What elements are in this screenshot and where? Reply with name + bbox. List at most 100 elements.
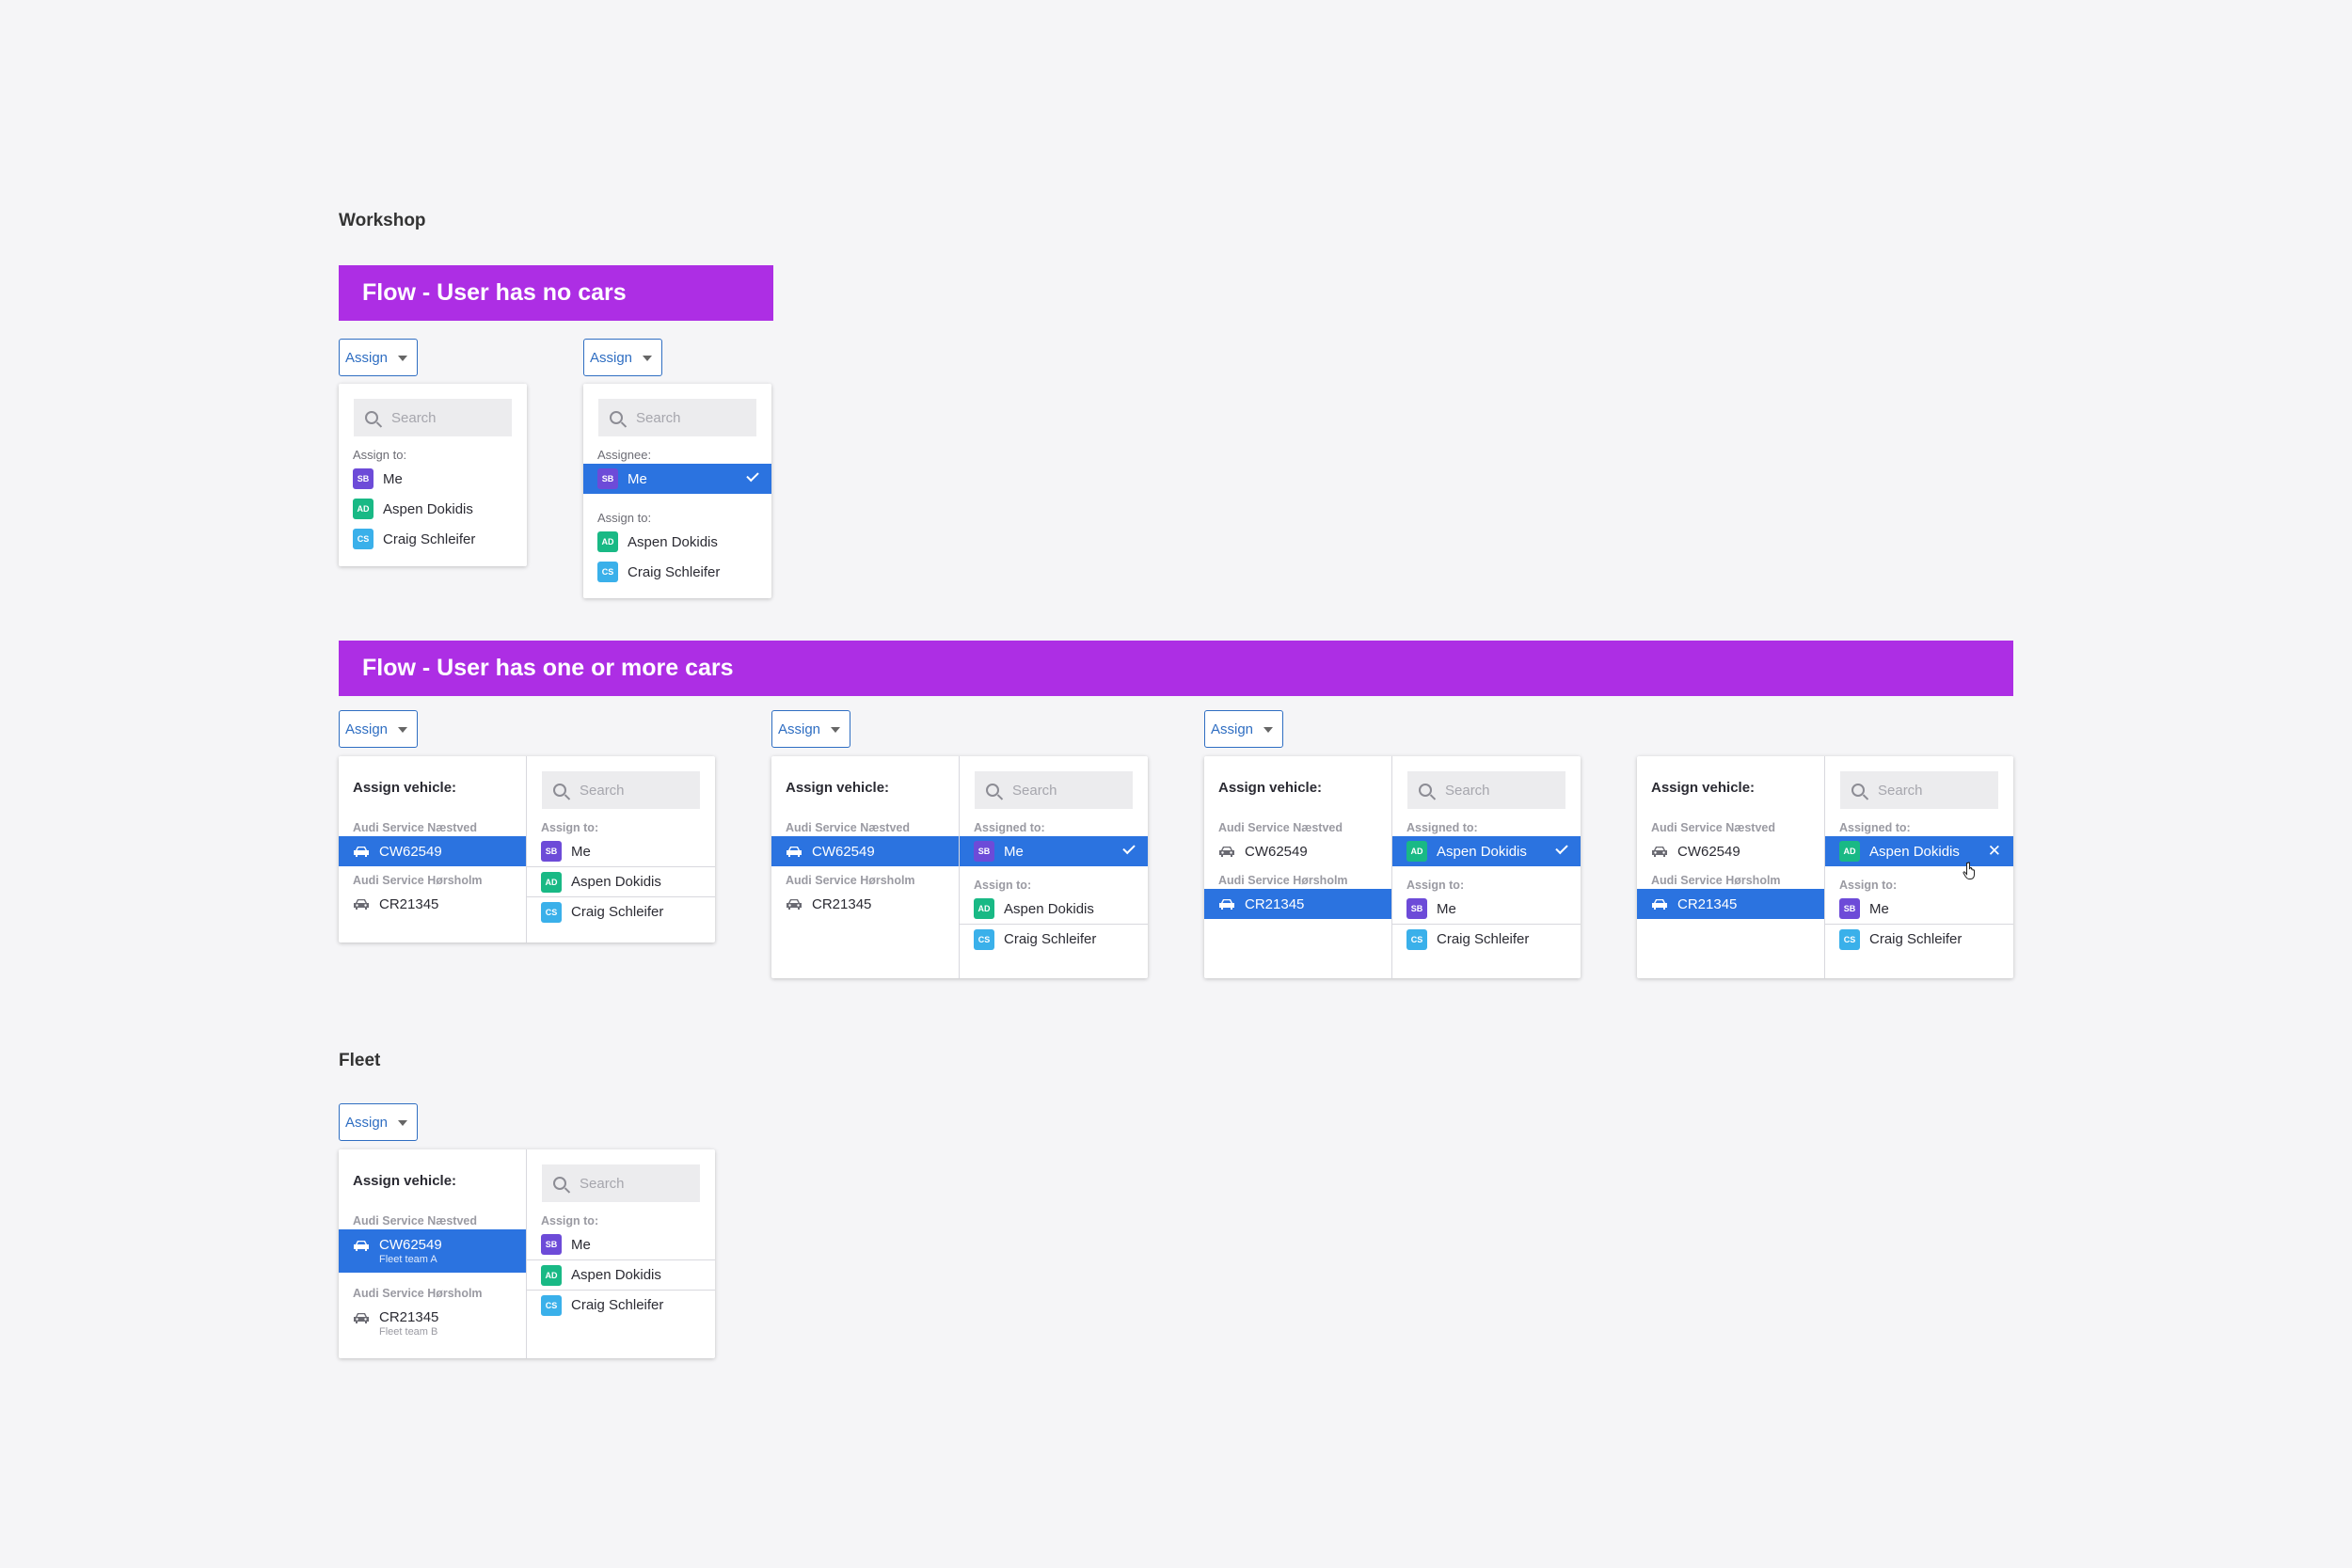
- vehicle-plate: CR21345: [812, 895, 872, 912]
- search-input[interactable]: Search: [1407, 771, 1565, 809]
- search-placeholder: Search: [1445, 782, 1490, 799]
- list-item[interactable]: AD Aspen Dokidis: [339, 494, 527, 524]
- vehicle-item-selected[interactable]: CR21345: [1637, 889, 1824, 919]
- banner-no-cars: Flow - User has no cars: [339, 265, 773, 321]
- vehicle-item-selected[interactable]: CW62549: [771, 836, 959, 866]
- assign-to-label: Assign to:: [1406, 878, 1465, 892]
- person-name: Me: [571, 1236, 591, 1253]
- avatar: CS: [974, 928, 994, 950]
- vehicle-item-selected[interactable]: CW62549 Fleet team A: [339, 1229, 526, 1273]
- list-item[interactable]: CS Craig Schleifer: [527, 1290, 715, 1320]
- group-label: Audi Service Næstved: [786, 820, 910, 834]
- list-item[interactable]: CS Craig Schleifer: [1392, 924, 1581, 954]
- search-input[interactable]: Search: [975, 771, 1133, 809]
- list-item[interactable]: CS Craig Schleifer: [527, 896, 715, 927]
- assignee-column: Search Assigned to: AD Aspen Dokidis ✕ Ass…: [1825, 756, 2013, 978]
- vehicle-column: Assign vehicle: Audi Service Næstved CW6…: [1204, 756, 1392, 978]
- assign-button[interactable]: Assign: [339, 339, 418, 376]
- search-icon: [553, 784, 566, 797]
- assign-button[interactable]: Assign: [583, 339, 662, 376]
- avatar: CS: [541, 901, 562, 923]
- list-item[interactable]: SB Me: [527, 836, 715, 866]
- group-label: Audi Service Hørsholm: [1218, 873, 1348, 887]
- assign-button[interactable]: Assign: [771, 710, 850, 748]
- search-input[interactable]: Search: [542, 1164, 700, 1202]
- avatar: CS: [597, 562, 618, 582]
- assign-vehicle-dropdown: Assign vehicle: Audi Service Næstved CW6…: [339, 756, 715, 942]
- list-item[interactable]: SB Me: [1392, 894, 1581, 924]
- assigned-to-label: Assigned to:: [1839, 820, 1911, 834]
- vehicle-plate: CR21345: [1677, 895, 1738, 912]
- list-item-selected[interactable]: AD Aspen Dokidis: [1392, 836, 1581, 866]
- car-icon: [1651, 846, 1668, 857]
- person-name: Aspen Dokidis: [383, 500, 473, 517]
- avatar: CS: [541, 1294, 562, 1316]
- vehicle-item[interactable]: CR21345: [339, 889, 526, 919]
- car-icon: [353, 1240, 370, 1251]
- car-icon: [786, 846, 803, 857]
- list-item[interactable]: CS Craig Schleifer: [1825, 924, 2013, 954]
- assigned-to-label: Assigned to:: [1406, 820, 1478, 834]
- vehicle-item-selected[interactable]: CR21345: [1204, 889, 1391, 919]
- assignee-column: Search Assigned to: SB Me Assign to: AD As…: [960, 756, 1148, 978]
- assign-label: Assign: [345, 1114, 389, 1131]
- list-item[interactable]: AD Aspen Dokidis: [527, 1259, 715, 1290]
- assign-to-label: Assign to:: [974, 878, 1032, 892]
- avatar: SB: [974, 841, 994, 862]
- person-name: Aspen Dokidis: [1869, 843, 1960, 860]
- group-label: Audi Service Hørsholm: [353, 1286, 483, 1300]
- vehicle-plate: CW62549: [1677, 843, 1740, 860]
- search-icon: [1419, 784, 1432, 797]
- person-name: Aspen Dokidis: [571, 874, 661, 890]
- assign-button[interactable]: Assign: [339, 1103, 418, 1141]
- search-input[interactable]: Search: [354, 399, 512, 436]
- caret-down-icon: [831, 727, 840, 733]
- person-name: Aspen Dokidis: [1004, 900, 1094, 917]
- list-item[interactable]: SB Me: [527, 1229, 715, 1259]
- car-icon: [1651, 898, 1668, 910]
- assign-vehicle-dropdown: Assign vehicle: Audi Service Næstved CW6…: [771, 756, 1148, 978]
- group-label: Audi Service Hørsholm: [353, 873, 483, 887]
- list-item[interactable]: AD Aspen Dokidis: [527, 866, 715, 896]
- list-item[interactable]: SB Me: [1825, 894, 2013, 924]
- list-item[interactable]: AD Aspen Dokidis: [583, 527, 771, 557]
- vehicle-plate: CR21345: [1245, 895, 1305, 912]
- assign-dropdown: Search Assignee: SB Me Assign to: AD Aspen…: [583, 384, 771, 598]
- list-item-selected[interactable]: SB Me: [583, 464, 771, 494]
- search-input[interactable]: Search: [542, 771, 700, 809]
- list-item-selected[interactable]: AD Aspen Dokidis ✕: [1825, 836, 2013, 866]
- search-placeholder: Search: [1012, 782, 1057, 799]
- avatar: CS: [1406, 928, 1427, 950]
- vehicle-item[interactable]: CW62549: [1637, 836, 1824, 866]
- list-item-selected[interactable]: SB Me: [960, 836, 1148, 866]
- banner-cars: Flow - User has one or more cars: [339, 641, 2013, 696]
- vehicle-item[interactable]: CW62549: [1204, 836, 1391, 866]
- list-item[interactable]: CS Craig Schleifer: [583, 557, 771, 587]
- vehicle-team: Fleet team B: [379, 1326, 438, 1338]
- search-icon: [365, 411, 378, 424]
- search-icon: [553, 1177, 566, 1190]
- vehicle-item[interactable]: CR21345: [771, 889, 959, 919]
- group-label: Audi Service Næstved: [353, 1213, 477, 1227]
- assign-button[interactable]: Assign: [1204, 710, 1283, 748]
- search-input[interactable]: Search: [1840, 771, 1998, 809]
- remove-icon[interactable]: ✕: [1988, 842, 2001, 861]
- list-item[interactable]: AD Aspen Dokidis: [960, 894, 1148, 924]
- person-name: Aspen Dokidis: [628, 533, 718, 550]
- vehicle-plate: CW62549: [379, 843, 442, 860]
- vehicle-item-selected[interactable]: CW62549: [339, 836, 526, 866]
- vehicle-team: Fleet team A: [379, 1254, 437, 1265]
- assign-to-label: Assign to:: [597, 511, 652, 525]
- vehicle-item[interactable]: CR21345 Fleet team B: [339, 1302, 526, 1345]
- avatar: AD: [353, 499, 373, 519]
- check-icon: [1122, 841, 1136, 855]
- assign-button[interactable]: Assign: [339, 710, 418, 748]
- search-input[interactable]: Search: [598, 399, 756, 436]
- avatar: SB: [541, 1234, 562, 1255]
- avatar: AD: [1839, 841, 1860, 862]
- assign-to-label: Assign to:: [541, 1213, 599, 1227]
- list-item[interactable]: CS Craig Schleifer: [960, 924, 1148, 954]
- list-item[interactable]: SB Me: [339, 464, 527, 494]
- search-icon: [986, 784, 999, 797]
- list-item[interactable]: CS Craig Schleifer: [339, 524, 527, 554]
